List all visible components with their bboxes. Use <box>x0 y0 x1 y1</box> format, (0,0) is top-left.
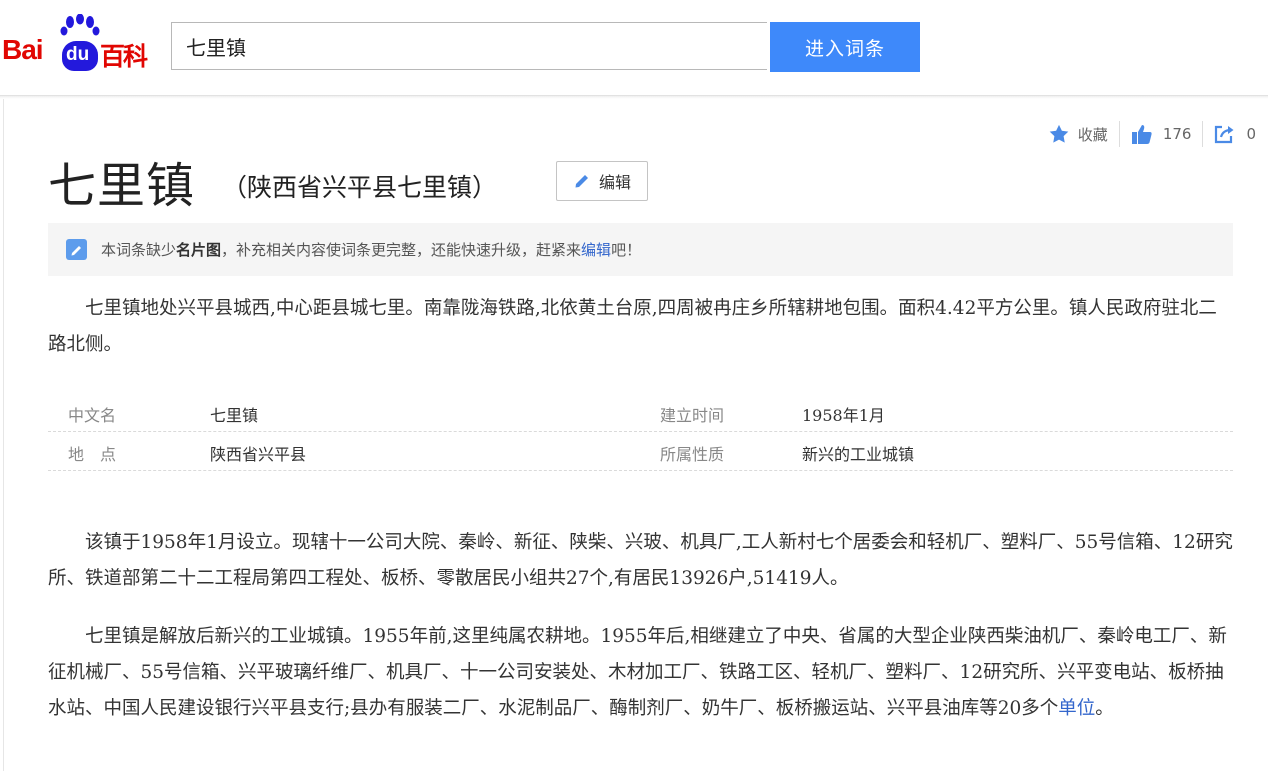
favorite-button[interactable]: 收藏 <box>1048 124 1108 145</box>
basic-info-table: 中文名 七里镇 建立时间 1958年1月 地 点 陕西省兴平县 所属性质 新兴的… <box>48 393 1233 471</box>
search-input[interactable] <box>171 22 767 70</box>
entry-title: 七里镇 <box>48 158 196 214</box>
info-value: 1958年1月 <box>802 406 885 425</box>
info-row: 中文名 七里镇 建立时间 1958年1月 <box>48 393 1233 432</box>
unit-link[interactable]: 单位 <box>1058 698 1095 719</box>
header: Bai du 百科 进入词条 <box>0 0 1268 96</box>
star-icon <box>1049 124 1069 143</box>
paragraph-2-end: 。 <box>1095 698 1114 719</box>
notice-text-middle: ，补充相关内容使词条更完整，还能快速升级，赶紧来 <box>221 241 582 259</box>
info-value: 七里镇 <box>210 406 259 425</box>
like-button[interactable]: 176 <box>1131 124 1192 145</box>
edit-button[interactable]: 编辑 <box>556 161 648 201</box>
share-button[interactable]: 0 <box>1214 124 1256 144</box>
edit-label: 编辑 <box>598 173 631 192</box>
edit-notice-icon <box>66 239 87 260</box>
content-left-border <box>3 99 4 771</box>
thumbs-up-icon <box>1131 124 1152 144</box>
info-key: 建立时间 <box>660 406 725 425</box>
enter-entry-button[interactable]: 进入词条 <box>770 22 920 72</box>
info-row: 地 点 陕西省兴平县 所属性质 新兴的工业城镇 <box>48 432 1233 471</box>
info-value: 陕西省兴平县 <box>210 445 307 464</box>
notice-edit-link[interactable]: 编辑 <box>581 239 611 260</box>
paragraph-2: 七里镇是解放后新兴的工业城镇。1955年前,这里纯属农耕地。1955年后,相继建… <box>48 619 1233 727</box>
info-key: 所属性质 <box>660 445 725 464</box>
info-value: 新兴的工业城镇 <box>802 445 915 464</box>
missing-image-notice: 本词条缺少 名片图 ，补充相关内容使词条更完整，还能快速升级，赶紧来 编辑 吧！ <box>48 223 1233 276</box>
info-key: 中文名 <box>68 406 117 425</box>
action-separator <box>1118 121 1120 147</box>
baidu-baike-logo[interactable]: Bai du 百科 <box>0 14 160 71</box>
like-count: 176 <box>1162 125 1192 143</box>
share-icon <box>1215 125 1234 144</box>
notice-bold: 名片图 <box>176 241 222 259</box>
logo-bai-text: Bai <box>2 34 44 65</box>
share-count: 0 <box>1246 125 1256 143</box>
info-key: 地 点 <box>68 445 117 464</box>
pencil-icon <box>575 175 588 188</box>
header-divider <box>0 95 1268 99</box>
entry-actions: 收藏 176 0 <box>1048 120 1256 148</box>
summary-paragraph: 七里镇地处兴平县城西,中心距县城七里。南靠陇海铁路,北依黄土台原,四周被冉庄乡所… <box>48 298 1217 355</box>
notice-text-before: 本词条缺少 <box>101 241 177 259</box>
paragraph-2-text: 七里镇是解放后新兴的工业城镇。1955年前,这里纯属农耕地。1955年后,相继建… <box>48 626 1227 719</box>
logo-du-text: du <box>66 44 90 65</box>
notice-text-after: 吧！ <box>611 241 642 259</box>
favorite-label: 收藏 <box>1077 125 1108 144</box>
paw-icon <box>60 14 100 36</box>
logo-baike-text: 百科 <box>100 42 148 71</box>
action-separator <box>1202 121 1204 147</box>
paragraph-1: 该镇于1958年1月设立。现辖十一公司大院、秦岭、新征、陕柴、兴玻、机具厂,工人… <box>48 532 1233 589</box>
entry-subtitle: （陕西省兴平县七里镇） <box>222 173 498 202</box>
